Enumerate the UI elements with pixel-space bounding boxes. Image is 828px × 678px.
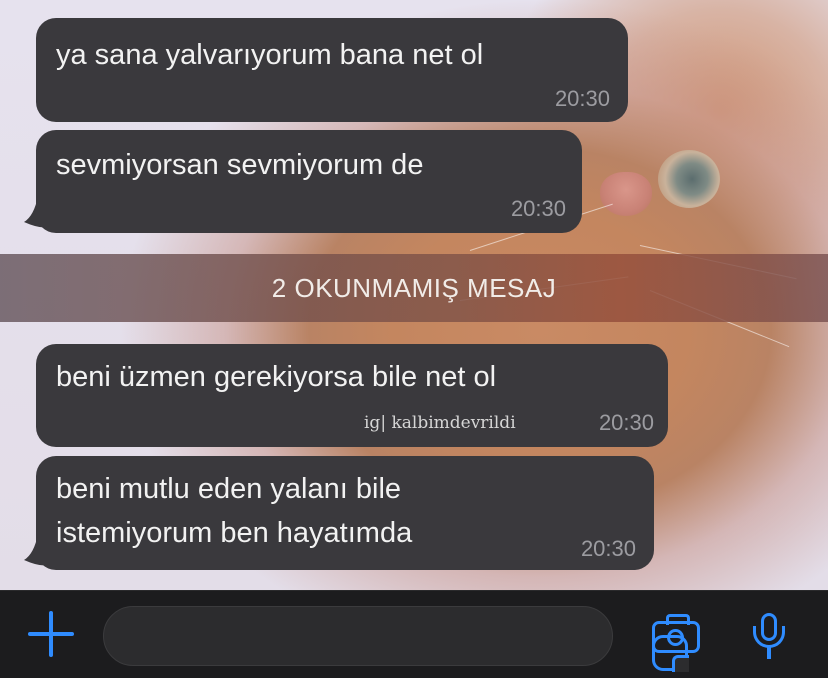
message-time: 20:30 (598, 410, 654, 435)
bubble-tail (24, 534, 50, 566)
message-time: 20:30 (580, 536, 636, 561)
unread-divider-label: 2 OKUNMAMIŞ MESAJ (271, 273, 557, 303)
composer-bar (0, 590, 828, 678)
message-text-line: istemiyorum ben hayatımda (56, 517, 413, 549)
bubble-tail (24, 196, 50, 228)
message-text-line: beni mutlu eden yalanı bile (56, 473, 402, 505)
message-text: ya sana yalvarıyorum bana net ol (56, 39, 484, 71)
cat-nose (600, 172, 652, 216)
microphone-icon[interactable] (753, 613, 785, 659)
message-time: 20:30 (510, 196, 566, 221)
plus-icon[interactable] (28, 611, 74, 657)
message-text: sevmiyorsan sevmiyorum de (56, 149, 424, 181)
message-input[interactable] (103, 606, 689, 672)
message-time: 20:30 (554, 86, 610, 111)
message-text: beni üzmen gerekiyorsa bile net ol (56, 361, 497, 393)
unread-messages-divider: 2 OKUNMAMIŞ MESAJ (0, 254, 828, 322)
message-bubble[interactable]: beni mutlu eden yalanı bile istemiyorum … (36, 456, 654, 570)
cat-eye (658, 150, 720, 208)
message-bubble[interactable]: beni üzmen gerekiyorsa bile net ol ig| k… (36, 344, 668, 447)
message-bubble[interactable]: ya sana yalvarıyorum bana net ol 20:30 (36, 18, 628, 122)
message-bubble[interactable]: sevmiyorsan sevmiyorum de 20:30 (36, 130, 582, 233)
watermark-text: ig| kalbimdevrildi (364, 413, 516, 433)
camera-icon[interactable] (652, 614, 700, 653)
